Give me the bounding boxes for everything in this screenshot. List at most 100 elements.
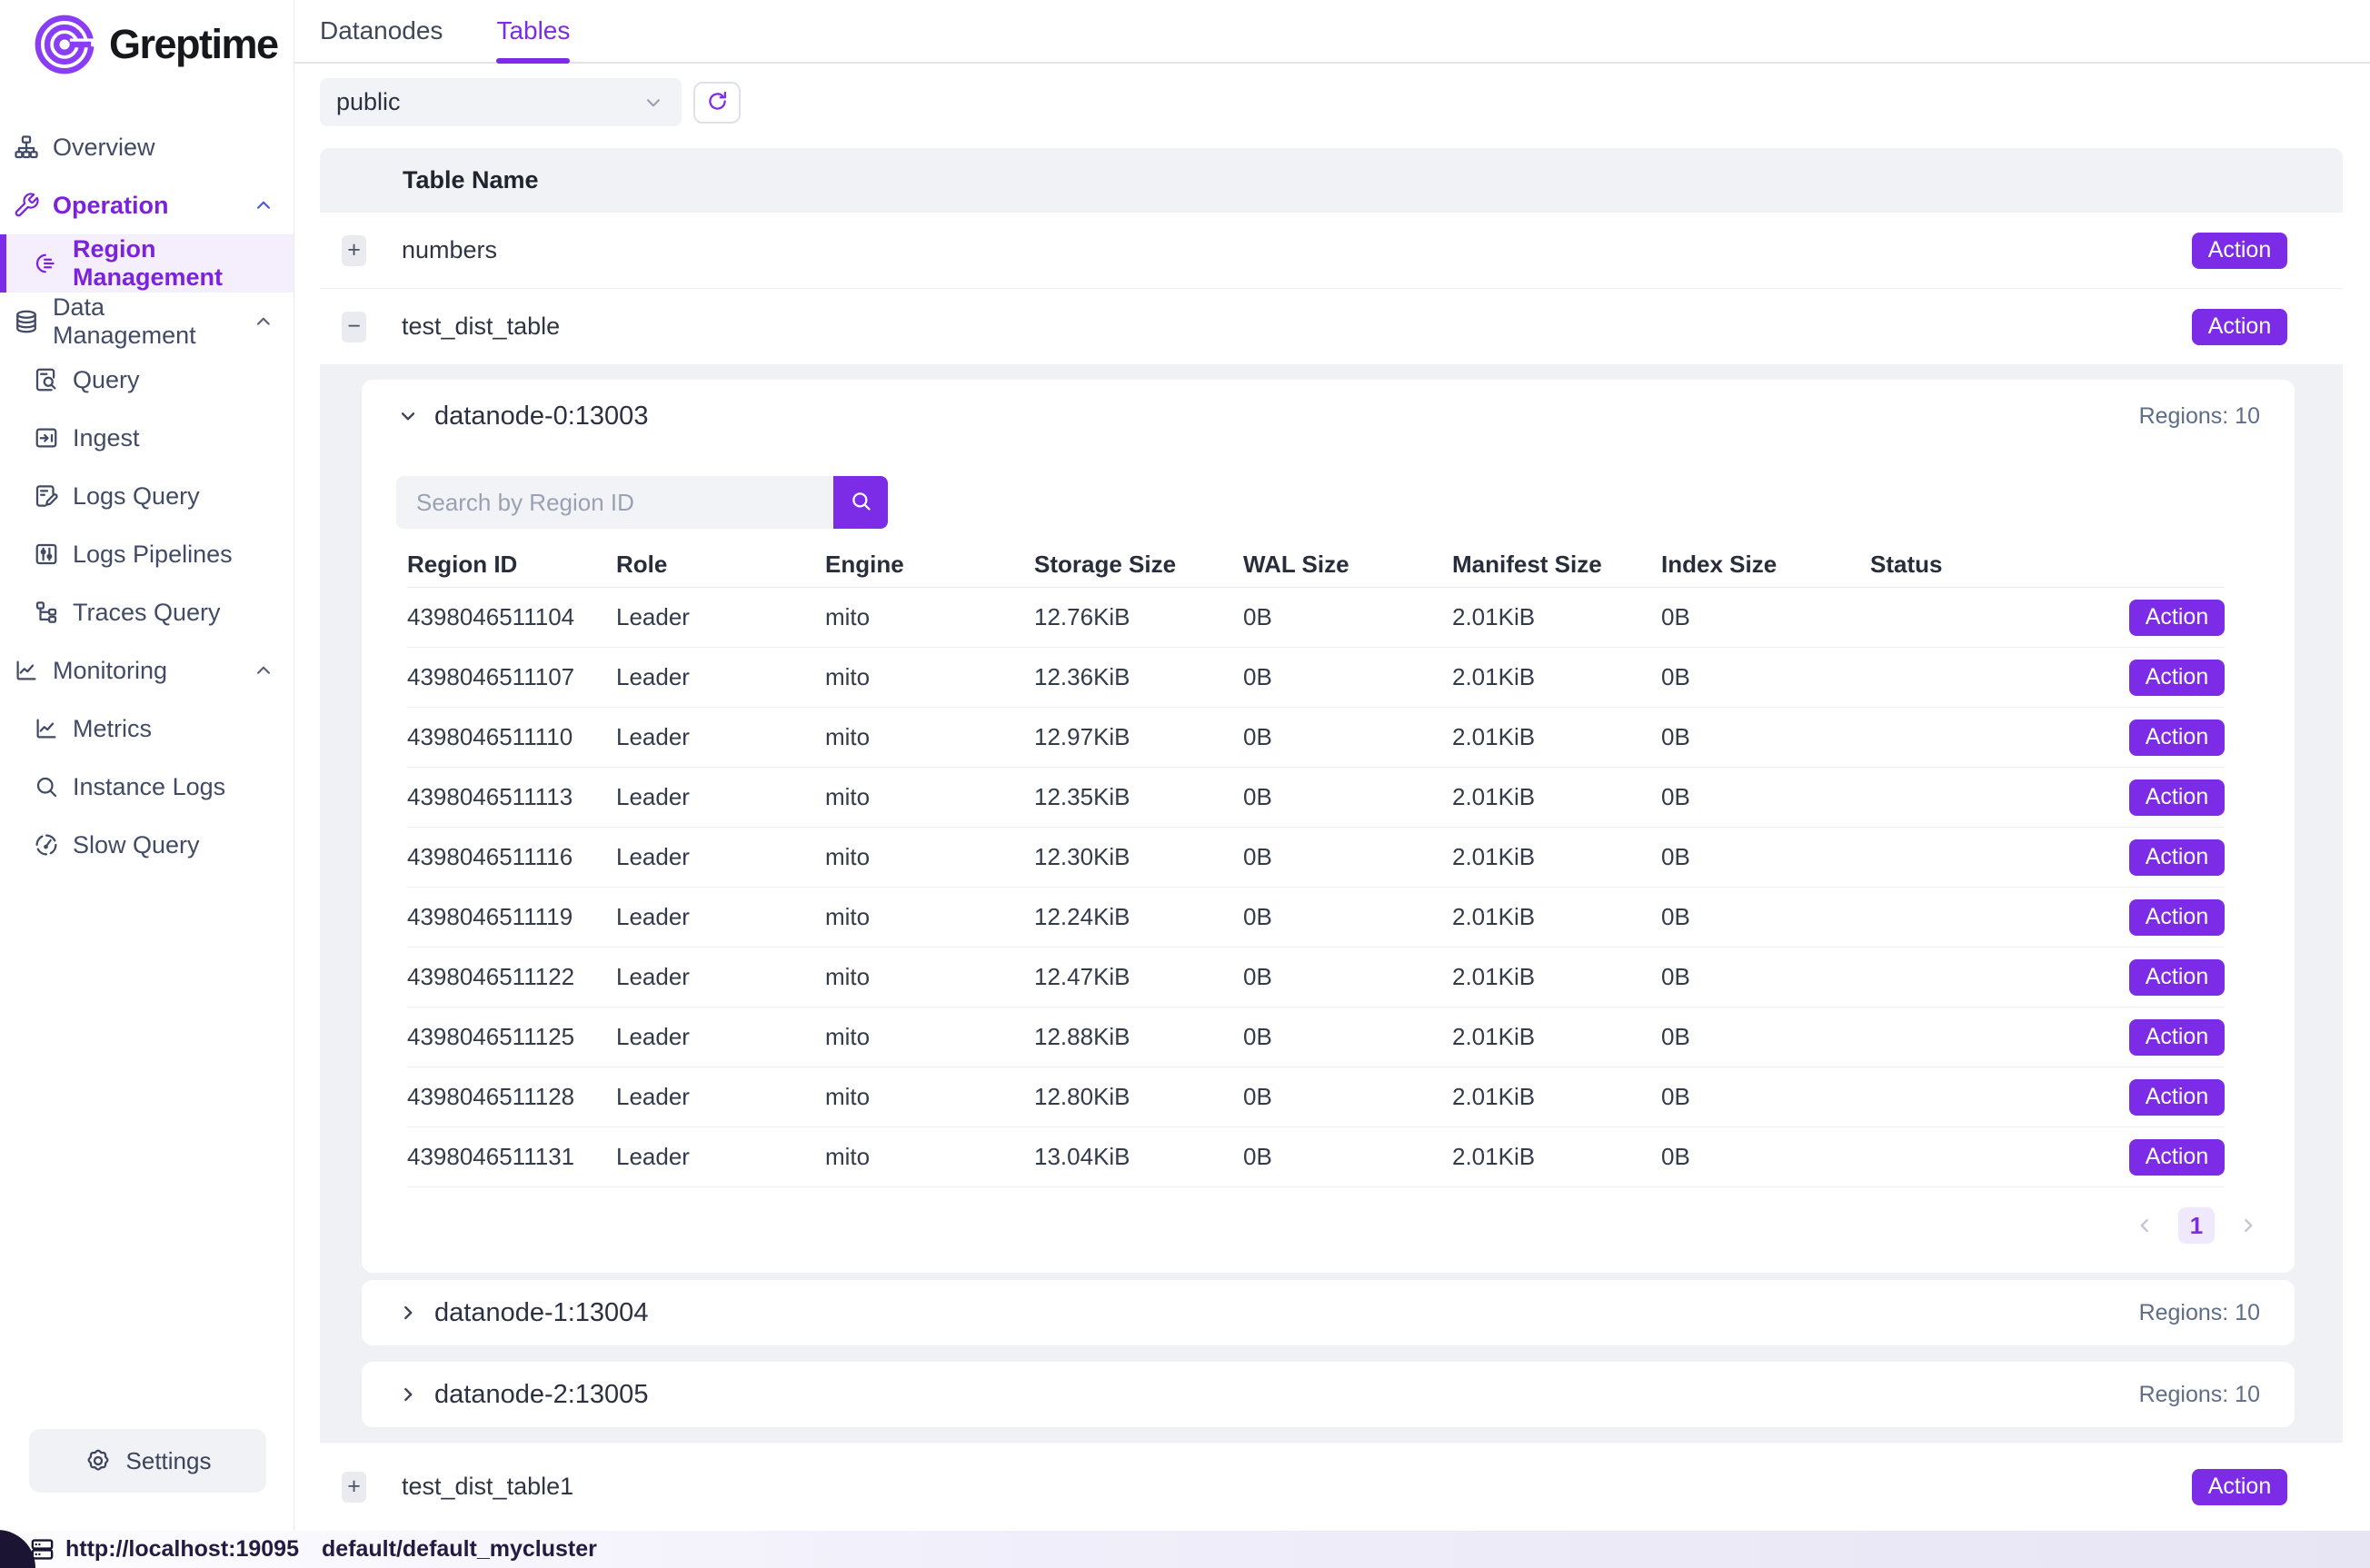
cell-index-size: 0B <box>1661 843 1870 871</box>
sidebar-item-ingest[interactable]: Ingest <box>0 409 294 467</box>
datanode-title: datanode-2:13005 <box>434 1380 648 1410</box>
cell-region-id: 4398046511122 <box>407 963 616 991</box>
sidebar-item-label: Metrics <box>73 715 152 743</box>
cell-storage-size: 12.24KiB <box>1034 903 1243 931</box>
region-action-button[interactable]: Action <box>2129 600 2225 636</box>
import-box-icon <box>33 424 60 452</box>
region-action-button[interactable]: Action <box>2129 1139 2225 1176</box>
column-header-status: Status <box>1870 551 2079 579</box>
cell-wal-size: 0B <box>1243 1023 1452 1051</box>
region-action-button[interactable]: Action <box>2129 660 2225 696</box>
tab-tables[interactable]: Tables <box>496 0 570 62</box>
cell-role: Leader <box>616 783 825 811</box>
sidebar-item-logs-pipelines[interactable]: Logs Pipelines <box>0 525 294 583</box>
cell-engine: mito <box>825 1083 1034 1111</box>
chevron-up-icon[interactable] <box>252 310 275 333</box>
cell-region-id: 4398046511119 <box>407 903 616 931</box>
sliders-icon <box>33 541 60 568</box>
cell-wal-size: 0B <box>1243 1143 1452 1171</box>
column-header-role: Role <box>616 551 825 579</box>
expand-button[interactable]: + <box>342 235 366 266</box>
region-table: Region IDRoleEngineStorage SizeWAL SizeM… <box>407 542 2225 1187</box>
sidebar-item-query[interactable]: Query <box>0 351 294 409</box>
settings-button[interactable]: Settings <box>29 1429 266 1493</box>
datanode-card-1[interactable]: datanode-1:13004 Regions: 10 <box>362 1280 2295 1345</box>
app-window: Greptime OverviewOperationRegion Managem… <box>0 0 2370 1531</box>
cell-index-size: 0B <box>1661 663 1870 691</box>
cell-wal-size: 0B <box>1243 963 1452 991</box>
refresh-icon <box>705 89 730 116</box>
sidebar-item-instance-logs[interactable]: Instance Logs <box>0 758 294 816</box>
cell-storage-size: 12.76KiB <box>1034 603 1243 631</box>
cell-index-size: 0B <box>1661 1143 1870 1171</box>
cell-wal-size: 0B <box>1243 783 1452 811</box>
cell-wal-size: 0B <box>1243 903 1452 931</box>
region-action-button[interactable]: Action <box>2129 959 2225 996</box>
collapse-button[interactable]: − <box>342 312 366 342</box>
sidebar-item-logs-query[interactable]: Logs Query <box>0 467 294 525</box>
region-row: 4398046511125Leadermito12.88KiB0B2.01KiB… <box>407 1007 2225 1067</box>
table-name: numbers <box>402 236 497 264</box>
region-action-button[interactable]: Action <box>2129 1079 2225 1116</box>
cell-manifest-size: 2.01KiB <box>1452 723 1661 751</box>
chevron-up-icon[interactable] <box>252 194 275 217</box>
cell-role: Leader <box>616 1143 825 1171</box>
chevron-left-icon[interactable] <box>2133 1214 2156 1237</box>
sidebar-item-data-management[interactable]: Data Management <box>0 293 294 351</box>
tab-bar: Datanodes Tables <box>294 0 2370 64</box>
table-action-button[interactable]: Action <box>2192 309 2287 345</box>
cell-storage-size: 12.88KiB <box>1034 1023 1243 1051</box>
cell-role: Leader <box>616 963 825 991</box>
table-name: test_dist_table1 <box>402 1473 573 1501</box>
datanode-0-header[interactable]: datanode-0:13003 Regions: 10 <box>396 380 2260 452</box>
region-action-button[interactable]: Action <box>2129 839 2225 876</box>
datanode-card-0: datanode-0:13003 Regions: 10 Region IDRo… <box>362 380 2295 1273</box>
table-action-button[interactable]: Action <box>2192 233 2287 269</box>
sidebar-item-metrics[interactable]: Metrics <box>0 700 294 758</box>
chevron-right-icon[interactable] <box>2236 1214 2260 1237</box>
region-action-button[interactable]: Action <box>2129 899 2225 936</box>
region-action-button[interactable]: Action <box>2129 779 2225 816</box>
status-bar: http://localhost:19095 default/default_m… <box>0 1531 2370 1568</box>
sidebar-item-region-management[interactable]: Region Management <box>0 234 294 293</box>
column-header-region-id: Region ID <box>407 551 616 579</box>
table-name-header: Table Name <box>320 148 2343 213</box>
sidebar-item-overview[interactable]: Overview <box>0 118 294 176</box>
regions-count: Regions: 10 <box>2139 1300 2260 1326</box>
sidebar-item-monitoring[interactable]: Monitoring <box>0 641 294 700</box>
tab-datanodes[interactable]: Datanodes <box>320 0 443 62</box>
region-action-button[interactable]: Action <box>2129 1019 2225 1056</box>
sidebar-item-slow-query[interactable]: Slow Query <box>0 816 294 874</box>
sidebar-item-operation[interactable]: Operation <box>0 176 294 234</box>
gear-icon <box>85 1447 112 1474</box>
expand-button[interactable]: + <box>342 1472 366 1503</box>
region-action-button[interactable]: Action <box>2129 719 2225 756</box>
settings-label: Settings <box>126 1447 212 1475</box>
sidebar-item-label: Slow Query <box>73 831 200 859</box>
sidebar-item-traces-query[interactable]: Traces Query <box>0 583 294 641</box>
refresh-button[interactable] <box>693 82 741 124</box>
datanode-card-2[interactable]: datanode-2:13005 Regions: 10 <box>362 1362 2295 1427</box>
region-row: 4398046511104Leadermito12.76KiB0B2.01KiB… <box>407 588 2225 648</box>
cell-storage-size: 12.47KiB <box>1034 963 1243 991</box>
cell-storage-size: 12.97KiB <box>1034 723 1243 751</box>
cell-region-id: 4398046511128 <box>407 1083 616 1111</box>
region-search-input[interactable] <box>396 476 833 529</box>
cell-engine: mito <box>825 1023 1034 1051</box>
region-row: 4398046511113Leadermito12.35KiB0B2.01KiB… <box>407 768 2225 828</box>
column-header-manifest-size: Manifest Size <box>1452 551 1661 579</box>
cell-role: Leader <box>616 1023 825 1051</box>
region-row: 4398046511122Leadermito12.47KiB0B2.01KiB… <box>407 948 2225 1007</box>
table-action-button[interactable]: Action <box>2192 1469 2287 1505</box>
cell-engine: mito <box>825 1143 1034 1171</box>
region-row: 4398046511119Leadermito12.24KiB0B2.01KiB… <box>407 888 2225 948</box>
datanode-title: datanode-0:13003 <box>434 402 648 432</box>
search-button[interactable] <box>833 476 888 529</box>
sidebar-nav: OverviewOperationRegion ManagementData M… <box>0 118 294 874</box>
column-header-wal-size: WAL Size <box>1243 551 1452 579</box>
database-select[interactable]: public <box>320 78 682 126</box>
document-edit-icon <box>33 482 60 510</box>
chevron-up-icon[interactable] <box>252 659 275 682</box>
pagination-page-1[interactable]: 1 <box>2178 1207 2215 1244</box>
connection-url: http://localhost:19095 <box>65 1536 299 1563</box>
